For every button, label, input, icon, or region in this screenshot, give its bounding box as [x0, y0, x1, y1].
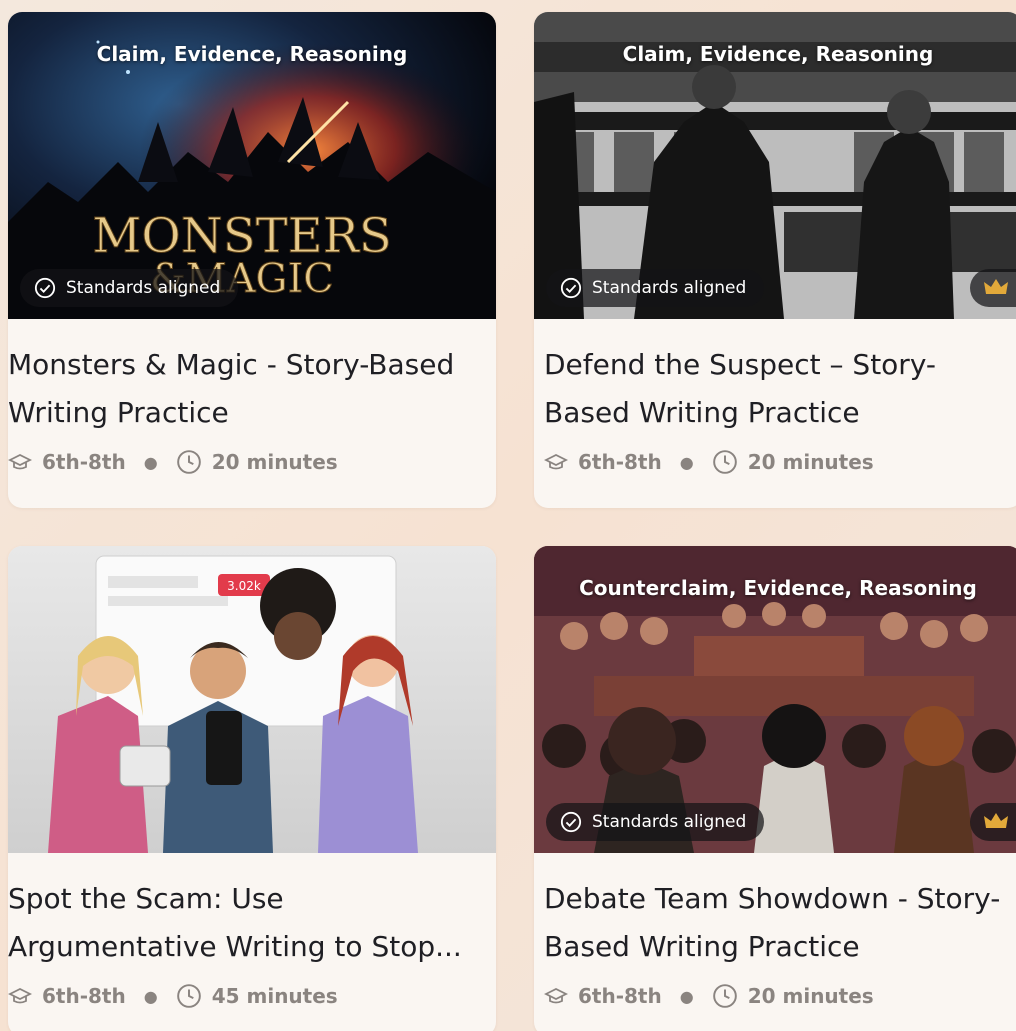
duration: 20 minutes [747, 450, 874, 474]
card-title[interactable]: Debate Team Showdown - Story-Based Writi… [534, 853, 1016, 977]
clock-icon [176, 450, 201, 474]
standards-badge: Standards aligned [20, 269, 239, 307]
card-meta: 6th-8th ● 20 minutes [534, 983, 1016, 1009]
separator-dot: ● [679, 986, 694, 1006]
activity-card[interactable]: Claim, Evidence, Reasoning Standards ali… [534, 12, 1016, 508]
clock-icon [176, 984, 201, 1008]
grade-range: 6th-8th [42, 984, 126, 1008]
duration: 45 minutes [211, 984, 338, 1008]
check-circle-icon [560, 811, 582, 833]
card-title[interactable]: Monsters & Magic - Story-Based Writing P… [8, 319, 496, 443]
grade-range: 6th-8th [42, 450, 126, 474]
graduation-cap-icon [8, 453, 32, 470]
card-title[interactable]: Defend the Suspect – Story-Based Writing… [534, 319, 1016, 443]
standards-badge: Standards aligned [546, 269, 765, 307]
activity-card[interactable]: 3.02k Spot the Scam: Use Argumentative W… [8, 546, 496, 1031]
standards-badge: Standards aligned [546, 803, 765, 841]
separator-dot: ● [679, 452, 694, 472]
clock-icon [712, 450, 737, 474]
card-title[interactable]: Spot the Scam: Use Argumentative Writing… [8, 853, 496, 977]
graduation-cap-icon [8, 987, 32, 1004]
likes-counter: 3.02k [227, 579, 261, 593]
scam-cover-image: 3.02k [8, 546, 496, 853]
premium-badge [970, 269, 1016, 307]
card-meta: 6th-8th ● 20 minutes [534, 449, 1016, 475]
card-thumbnail[interactable]: MONSTERS &MAGIC Claim, Evidence, Reasoni… [8, 12, 496, 319]
graduation-cap-icon [544, 453, 568, 470]
topic-label: Claim, Evidence, Reasoning [96, 42, 408, 66]
graduation-cap-icon [544, 987, 568, 1004]
badge-label: Standards aligned [592, 278, 747, 298]
card-meta: 6th-8th ● 20 minutes [8, 449, 496, 475]
card-thumbnail[interactable]: Counterclaim, Evidence, Reasoning Standa… [534, 546, 1016, 853]
duration: 20 minutes [747, 984, 874, 1008]
crown-icon [984, 813, 1008, 828]
grade-range: 6th-8th [578, 984, 662, 1008]
card-meta: 6th-8th ● 45 minutes [8, 983, 496, 1009]
grade-range: 6th-8th [578, 450, 662, 474]
badge-label: Standards aligned [66, 278, 221, 298]
card-thumbnail[interactable]: 3.02k [8, 546, 496, 853]
check-circle-icon [560, 277, 582, 299]
check-circle-icon [34, 277, 56, 299]
card-thumbnail[interactable]: Claim, Evidence, Reasoning Standards ali… [534, 12, 1016, 319]
topic-label: Claim, Evidence, Reasoning [622, 42, 934, 66]
separator-dot: ● [143, 452, 158, 472]
clock-icon [712, 984, 737, 1008]
crown-icon [984, 279, 1008, 294]
badge-label: Standards aligned [592, 812, 747, 832]
topic-label: Counterclaim, Evidence, Reasoning [579, 576, 977, 600]
separator-dot: ● [143, 986, 158, 1006]
activity-card[interactable]: MONSTERS &MAGIC Claim, Evidence, Reasoni… [8, 12, 496, 508]
duration: 20 minutes [211, 450, 338, 474]
premium-badge [970, 803, 1016, 841]
activity-card[interactable]: Counterclaim, Evidence, Reasoning Standa… [534, 546, 1016, 1031]
